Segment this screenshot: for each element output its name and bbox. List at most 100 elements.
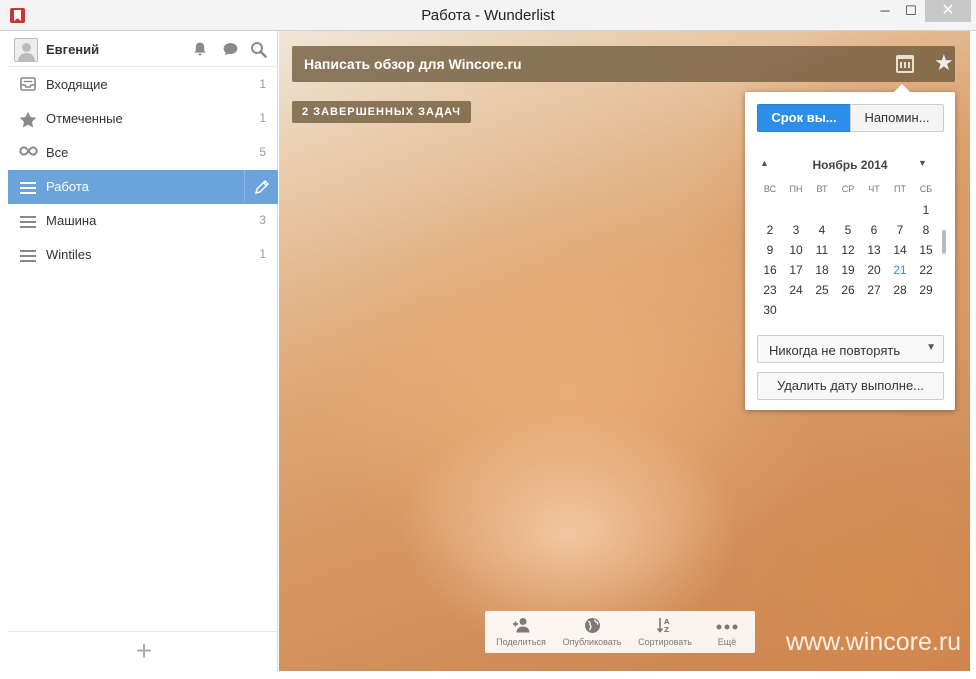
calendar-day[interactable]: 11 [809,240,835,260]
infinity-icon [19,145,38,161]
sidebar-item-label: Отмеченные [46,111,123,126]
calendar-day[interactable]: 17 [783,260,809,280]
calendar-scrollbar[interactable] [942,230,946,254]
calendar-icon[interactable] [896,55,914,73]
maximize-button[interactable]: ☐ [898,0,924,22]
star-icon [19,111,37,128]
close-button[interactable]: ✕ [925,0,971,22]
calendar-day[interactable]: 19 [835,260,861,280]
calendar-empty-cell [809,200,835,220]
globe-icon [557,617,627,635]
bell-icon[interactable] [191,41,209,59]
calendar-day[interactable]: 7 [887,220,913,240]
weekday-label: ВС [763,184,777,194]
calendar-day[interactable]: 5 [835,220,861,240]
calendar-day[interactable]: 18 [809,260,835,280]
avatar[interactable] [14,38,38,62]
list-icon [19,247,37,263]
calendar-day[interactable]: 24 [783,280,809,300]
calendar-day[interactable]: 10 [783,240,809,260]
calendar-day[interactable]: 26 [835,280,861,300]
sidebar-item-count: 1 [259,247,266,261]
task-item[interactable]: Написать обзор для Wincore.ru ★ [292,46,955,82]
due-date-popover: Срок вы... Напомин... ▲ Ноябрь 2014 ▼ ВС… [745,84,955,410]
weekday-header: ВС ПН ВТ СР ЧТ ПТ СБ [757,180,939,198]
due-date-tab[interactable]: Срок вы... [757,104,851,132]
repeat-select[interactable]: Никогда не повторять ▼ [757,335,944,363]
calendar-day[interactable]: 20 [861,260,887,280]
window-title: Работа - Wunderlist [421,7,555,24]
next-month-button[interactable]: ▼ [918,158,927,168]
calendar-day[interactable]: 27 [861,280,887,300]
publish-label: Опубликовать [562,637,622,647]
user-name[interactable]: Евгений [46,42,99,57]
star-icon[interactable]: ★ [934,51,954,75]
sort-icon: AZ [631,617,699,635]
calendar-days: 1 2 3 4 5 6 7 8 9 10 11 12 13 14 15 16 17 18 19 20 21 22 23 24 2… [757,200,939,320]
sidebar-item-label: Работа [46,179,89,194]
more-button[interactable]: Ещё [703,611,751,653]
sidebar-item-count: 5 [259,145,266,159]
share-label: Поделиться [496,637,546,647]
publish-button[interactable]: Опубликовать [557,611,627,653]
minimize-button[interactable]: ─ [872,0,898,22]
share-button[interactable]: Поделиться [489,611,553,653]
calendar-empty-cell [757,200,783,220]
calendar-day[interactable]: 13 [861,240,887,260]
app-window: Евгений Входящие 1 Отмеченные 1 Все 5 Ра… [8,31,970,671]
completed-tasks-button[interactable]: 2 ЗАВЕРШЕННЫХ ЗАДАЧ [292,101,471,123]
calendar-empty-cell [861,200,887,220]
weekday-label: СБ [919,184,933,194]
sidebar-item-inbox[interactable]: Входящие 1 [8,68,278,102]
calendar-day[interactable]: 6 [861,220,887,240]
calendar-day[interactable]: 25 [809,280,835,300]
ellipsis-icon [703,617,751,635]
sidebar-item-label: Входящие [46,77,108,92]
calendar-day[interactable]: 15 [913,240,939,260]
reminder-tab[interactable]: Напомин... [850,104,944,132]
sidebar-item-count: 3 [259,213,266,227]
weekday-label: ПН [789,184,803,194]
more-label: Ещё [717,637,737,647]
add-user-icon [489,617,553,635]
calendar-day[interactable]: 21 [887,260,913,280]
sidebar-item-starred[interactable]: Отмеченные 1 [8,102,278,136]
weekday-label: ЧТ [868,184,880,194]
calendar-day[interactable]: 8 [913,220,939,240]
calendar-day[interactable]: 30 [757,300,783,320]
weekday-label: ВТ [816,184,828,194]
repeat-select-value: Никогда не повторять [769,343,901,358]
edit-list-button[interactable] [244,170,278,204]
calendar-day[interactable]: 1 [913,200,939,220]
sidebar-item-car[interactable]: Машина 3 [8,204,278,238]
comment-icon[interactable] [221,41,239,59]
add-list-button[interactable]: + [132,637,156,666]
calendar-day[interactable]: 4 [809,220,835,240]
calendar-day[interactable]: 12 [835,240,861,260]
calendar-day[interactable]: 28 [887,280,913,300]
task-title[interactable]: Написать обзор для Wincore.ru [304,56,522,72]
task-area: Написать обзор для Wincore.ru ★ 2 ЗАВЕРШ… [279,31,970,671]
calendar-day[interactable]: 9 [757,240,783,260]
calendar-empty-cell [887,200,913,220]
calendar-grid: ВС ПН ВТ СР ЧТ ПТ СБ 1 2 3 4 5 6 7 8 9 10 11 12 13 14 15 16 17… [757,180,939,320]
chevron-down-icon: ▼ [926,342,936,353]
calendar-day[interactable]: 23 [757,280,783,300]
sidebar-item-label: Машина [46,213,97,228]
calendar-empty-cell [783,200,809,220]
inbox-icon [19,77,37,93]
sidebar-item-all[interactable]: Все 5 [8,136,278,170]
calendar-day[interactable]: 16 [757,260,783,280]
calendar-day[interactable]: 2 [757,220,783,240]
sort-button[interactable]: AZ Сортировать [631,611,699,653]
search-icon[interactable] [249,41,267,59]
sidebar: Евгений Входящие 1 Отмеченные 1 Все 5 Ра… [8,31,278,671]
calendar-day[interactable]: 22 [913,260,939,280]
sidebar-item-work[interactable]: Работа [8,170,278,204]
clear-due-date-button[interactable]: Удалить дату выполне... [757,372,944,400]
list-icon [19,213,37,229]
calendar-day[interactable]: 14 [887,240,913,260]
sidebar-item-wintiles[interactable]: Wintiles 1 [8,238,278,272]
calendar-day[interactable]: 29 [913,280,939,300]
calendar-day[interactable]: 3 [783,220,809,240]
